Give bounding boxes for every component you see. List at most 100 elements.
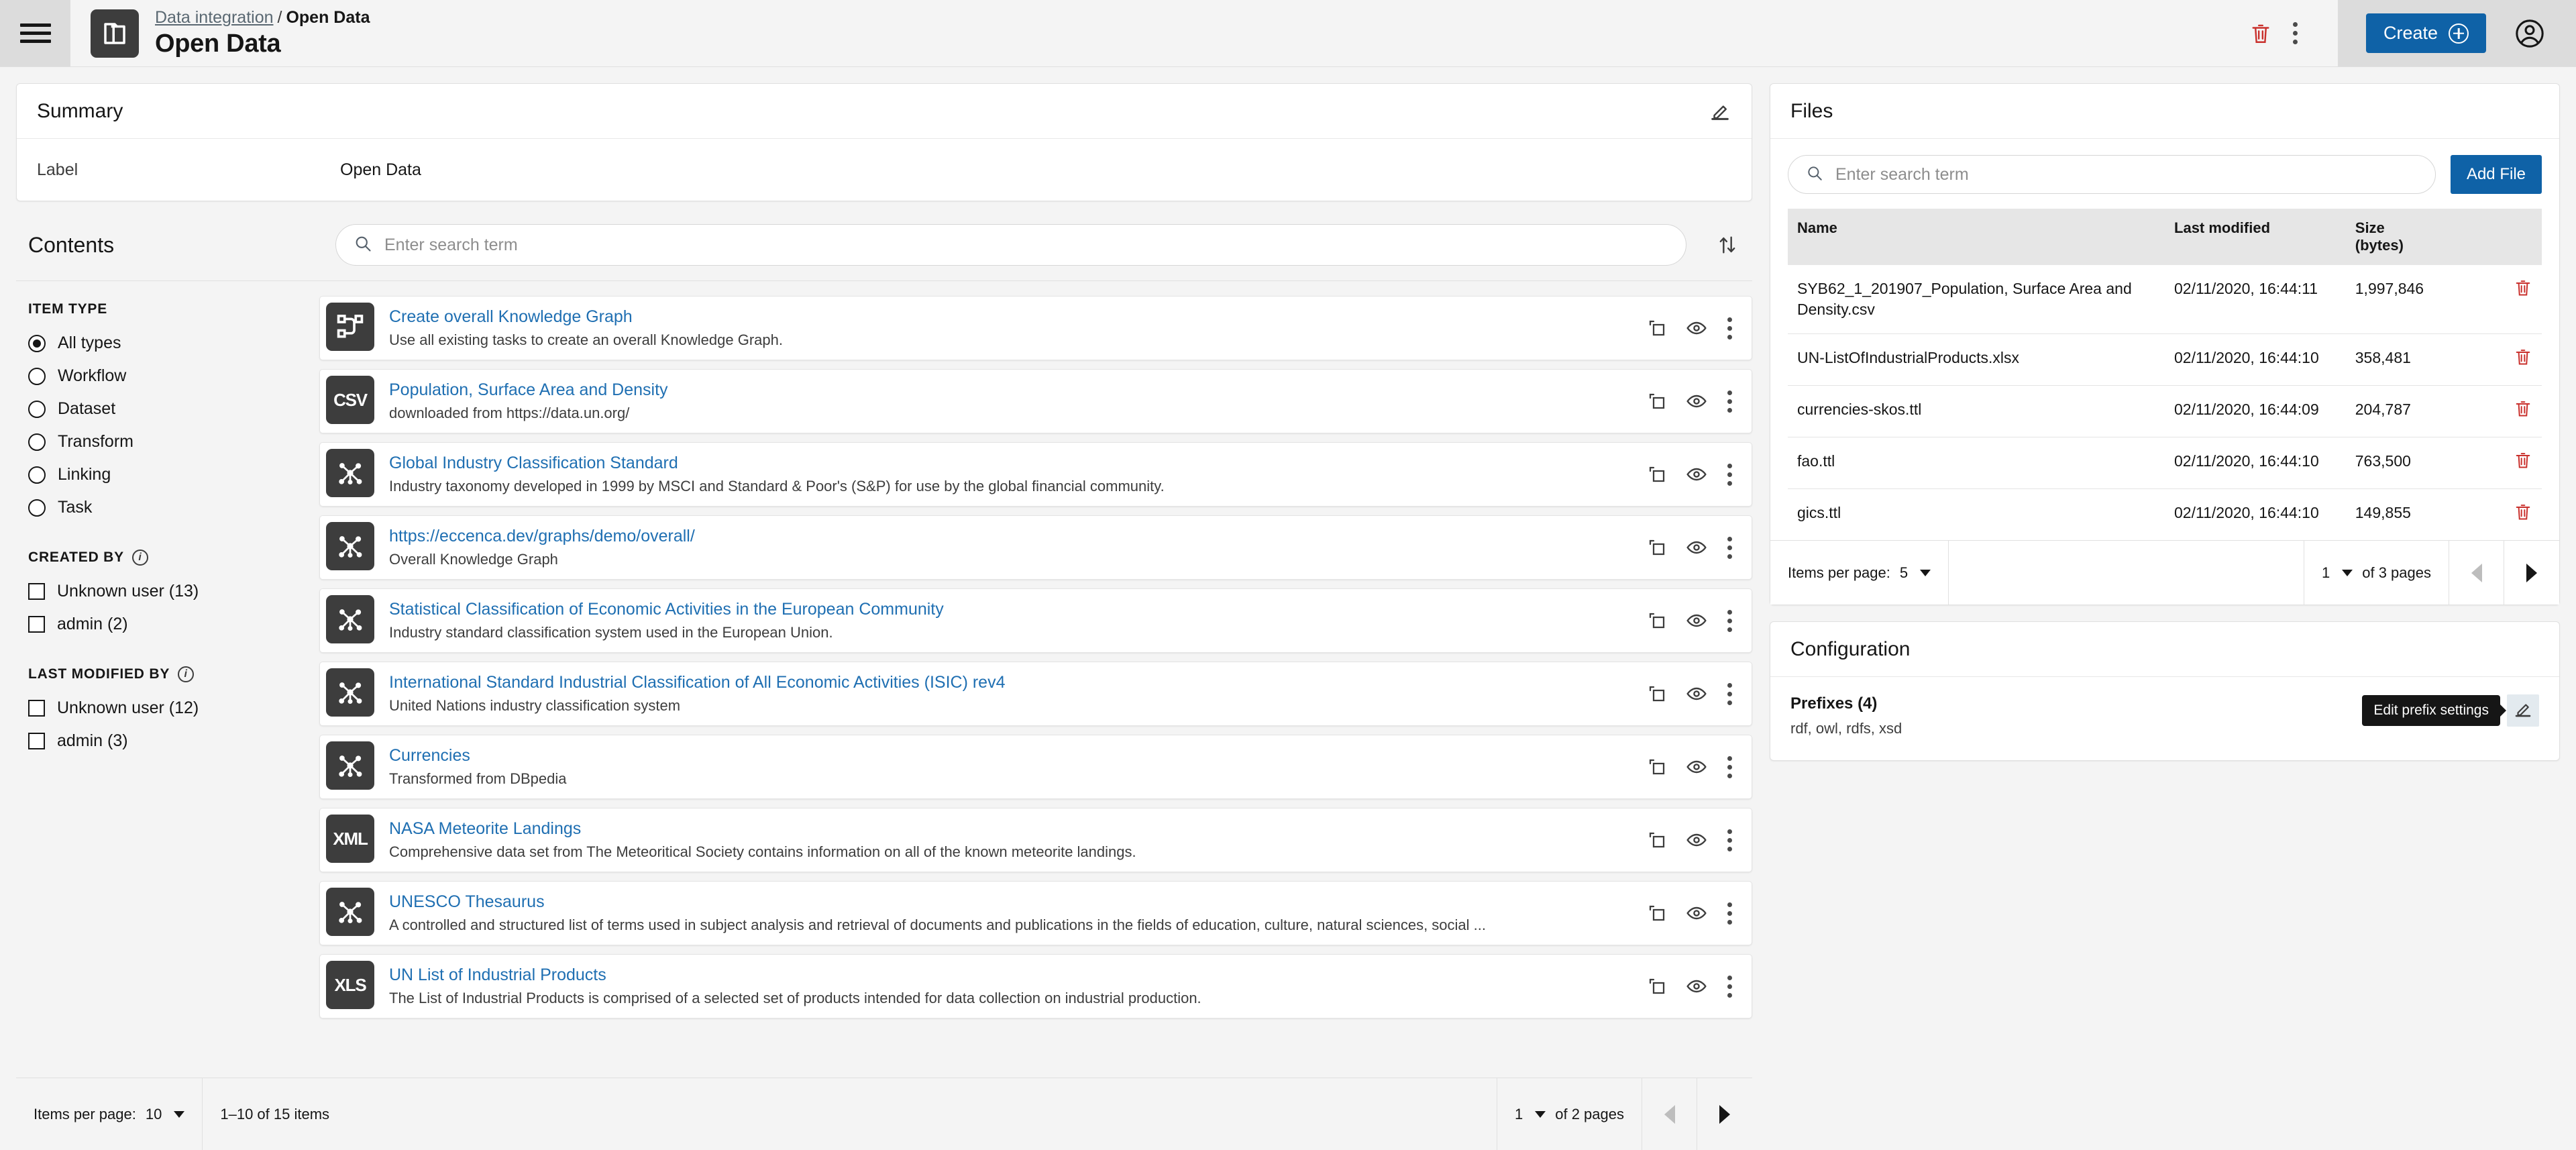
trash-icon[interactable] xyxy=(2514,503,2532,521)
trash-icon[interactable] xyxy=(2514,451,2532,470)
eye-icon[interactable] xyxy=(1686,317,1707,339)
trash-icon[interactable] xyxy=(2514,399,2532,418)
eye-icon[interactable] xyxy=(1686,829,1707,851)
facet-option-dataset[interactable]: Dataset xyxy=(28,393,319,425)
kebab-menu-icon[interactable] xyxy=(1726,902,1733,925)
trash-icon[interactable] xyxy=(2249,22,2272,45)
copy-icon[interactable] xyxy=(1647,318,1667,338)
copy-icon[interactable] xyxy=(1647,537,1667,558)
kebab-menu-icon[interactable] xyxy=(1726,537,1733,559)
contents-prev-page-button[interactable] xyxy=(1642,1078,1697,1150)
hamburger-icon[interactable] xyxy=(0,0,70,66)
content-item-row[interactable]: CSVPopulation, Surface Area and Densityd… xyxy=(319,369,1752,433)
info-icon[interactable]: i xyxy=(132,550,148,566)
contents-items-per-page[interactable]: Items per page: 10 xyxy=(16,1078,203,1150)
files-table-row[interactable]: UN-ListOfIndustrialProducts.xlsx02/11/20… xyxy=(1788,334,2542,386)
kebab-menu-icon[interactable] xyxy=(1726,610,1733,632)
checkbox[interactable] xyxy=(28,583,45,600)
radio-button[interactable] xyxy=(28,466,46,484)
radio-button[interactable] xyxy=(28,499,46,517)
kebab-menu-icon[interactable] xyxy=(2292,22,2299,44)
eye-icon[interactable] xyxy=(1686,390,1707,412)
kebab-menu-icon[interactable] xyxy=(1726,464,1733,486)
copy-icon[interactable] xyxy=(1647,757,1667,777)
copy-icon[interactable] xyxy=(1647,464,1667,484)
content-item-row[interactable]: https://eccenca.dev/graphs/demo/overall/… xyxy=(319,515,1752,580)
edit-prefix-settings-button[interactable] xyxy=(2507,694,2539,727)
files-search-input[interactable]: Enter search term xyxy=(1788,155,2436,194)
facet-option-workflow[interactable]: Workflow xyxy=(28,360,319,393)
files-page-select[interactable]: 1 xyxy=(2322,564,2353,582)
checkbox[interactable] xyxy=(28,700,45,717)
eye-icon[interactable] xyxy=(1686,610,1707,631)
content-item-row[interactable]: Create overall Knowledge GraphUse all ex… xyxy=(319,296,1752,360)
facet-option-admin-3[interactable]: admin (3) xyxy=(28,725,319,757)
copy-icon[interactable] xyxy=(1647,611,1667,631)
contents-page-select[interactable]: 1 xyxy=(1515,1106,1546,1123)
content-item-title-link[interactable]: UN List of Industrial Products xyxy=(389,965,1628,985)
facet-option-all-types[interactable]: All types xyxy=(28,327,319,360)
content-item-row[interactable]: Statistical Classification of Economic A… xyxy=(319,588,1752,653)
eye-icon[interactable] xyxy=(1686,756,1707,778)
facet-option-linking[interactable]: Linking xyxy=(28,458,319,491)
eye-icon[interactable] xyxy=(1686,683,1707,704)
content-item-title-link[interactable]: Currencies xyxy=(389,746,1628,766)
eye-icon[interactable] xyxy=(1686,464,1707,485)
eye-icon[interactable] xyxy=(1686,976,1707,997)
content-item-title-link[interactable]: https://eccenca.dev/graphs/demo/overall/ xyxy=(389,527,1628,546)
add-file-button[interactable]: Add File xyxy=(2451,155,2542,194)
kebab-menu-icon[interactable] xyxy=(1726,683,1733,705)
eye-icon[interactable] xyxy=(1686,902,1707,924)
kebab-menu-icon[interactable] xyxy=(1726,976,1733,998)
trash-icon[interactable] xyxy=(2514,278,2532,297)
files-table-row[interactable]: SYB62_1_201907_Population, Surface Area … xyxy=(1788,265,2542,334)
content-item-title-link[interactable]: Create overall Knowledge Graph xyxy=(389,307,1628,327)
files-items-per-page[interactable]: Items per page: 5 xyxy=(1770,541,1949,605)
copy-icon[interactable] xyxy=(1647,684,1667,704)
files-table-row[interactable]: currencies-skos.ttl02/11/2020, 16:44:092… xyxy=(1788,386,2542,437)
content-item-row[interactable]: XMLNASA Meteorite LandingsComprehensive … xyxy=(319,808,1752,872)
content-item-title-link[interactable]: NASA Meteorite Landings xyxy=(389,819,1628,839)
content-item-row[interactable]: UNESCO ThesaurusA controlled and structu… xyxy=(319,881,1752,945)
user-account-icon[interactable] xyxy=(2514,18,2545,49)
create-button[interactable]: Create xyxy=(2366,13,2486,53)
kebab-menu-icon[interactable] xyxy=(1726,317,1733,339)
trash-icon[interactable] xyxy=(2514,348,2532,366)
contents-search-input[interactable]: Enter search term xyxy=(335,224,1686,266)
radio-button[interactable] xyxy=(28,401,46,418)
content-item-row[interactable]: International Standard Industrial Classi… xyxy=(319,662,1752,726)
checkbox[interactable] xyxy=(28,616,45,633)
checkbox[interactable] xyxy=(28,733,45,749)
files-next-page-button[interactable] xyxy=(2504,541,2559,605)
copy-icon[interactable] xyxy=(1647,903,1667,923)
content-item-title-link[interactable]: Population, Surface Area and Density xyxy=(389,380,1628,400)
facet-option-admin-2[interactable]: admin (2) xyxy=(28,608,319,641)
copy-icon[interactable] xyxy=(1647,976,1667,996)
contents-next-page-button[interactable] xyxy=(1697,1078,1752,1150)
content-item-row[interactable]: Global Industry Classification StandardI… xyxy=(319,442,1752,507)
kebab-menu-icon[interactable] xyxy=(1726,390,1733,413)
content-item-title-link[interactable]: International Standard Industrial Classi… xyxy=(389,673,1628,692)
content-item-row[interactable]: XLSUN List of Industrial ProductsThe Lis… xyxy=(319,954,1752,1018)
content-item-title-link[interactable]: UNESCO Thesaurus xyxy=(389,892,1628,912)
facet-option-transform[interactable]: Transform xyxy=(28,425,319,458)
content-item-title-link[interactable]: Statistical Classification of Economic A… xyxy=(389,600,1628,619)
files-prev-page-button[interactable] xyxy=(2449,541,2504,605)
files-table-row[interactable]: fao.ttl02/11/2020, 16:44:10763,500 xyxy=(1788,437,2542,489)
facet-option-unknown-user-12[interactable]: Unknown user (12) xyxy=(28,692,319,725)
pencil-icon[interactable] xyxy=(1709,100,1731,123)
eye-icon[interactable] xyxy=(1686,537,1707,558)
facet-option-task[interactable]: Task xyxy=(28,491,319,524)
kebab-menu-icon[interactable] xyxy=(1726,829,1733,851)
kebab-menu-icon[interactable] xyxy=(1726,756,1733,778)
breadcrumb-link-data-integration[interactable]: Data integration xyxy=(155,8,274,27)
files-table-row[interactable]: gics.ttl02/11/2020, 16:44:10149,855 xyxy=(1788,489,2542,541)
sort-arrows-icon[interactable] xyxy=(1703,233,1752,256)
copy-icon[interactable] xyxy=(1647,830,1667,850)
contents-page-cell[interactable]: 1 of 2 pages xyxy=(1497,1078,1642,1150)
facet-option-unknown-user-13[interactable]: Unknown user (13) xyxy=(28,575,319,608)
copy-icon[interactable] xyxy=(1647,391,1667,411)
files-items-per-page-select[interactable]: 5 xyxy=(1900,564,1931,582)
info-icon[interactable]: i xyxy=(178,666,194,682)
content-item-row[interactable]: CurrenciesTransformed from DBpedia xyxy=(319,735,1752,799)
